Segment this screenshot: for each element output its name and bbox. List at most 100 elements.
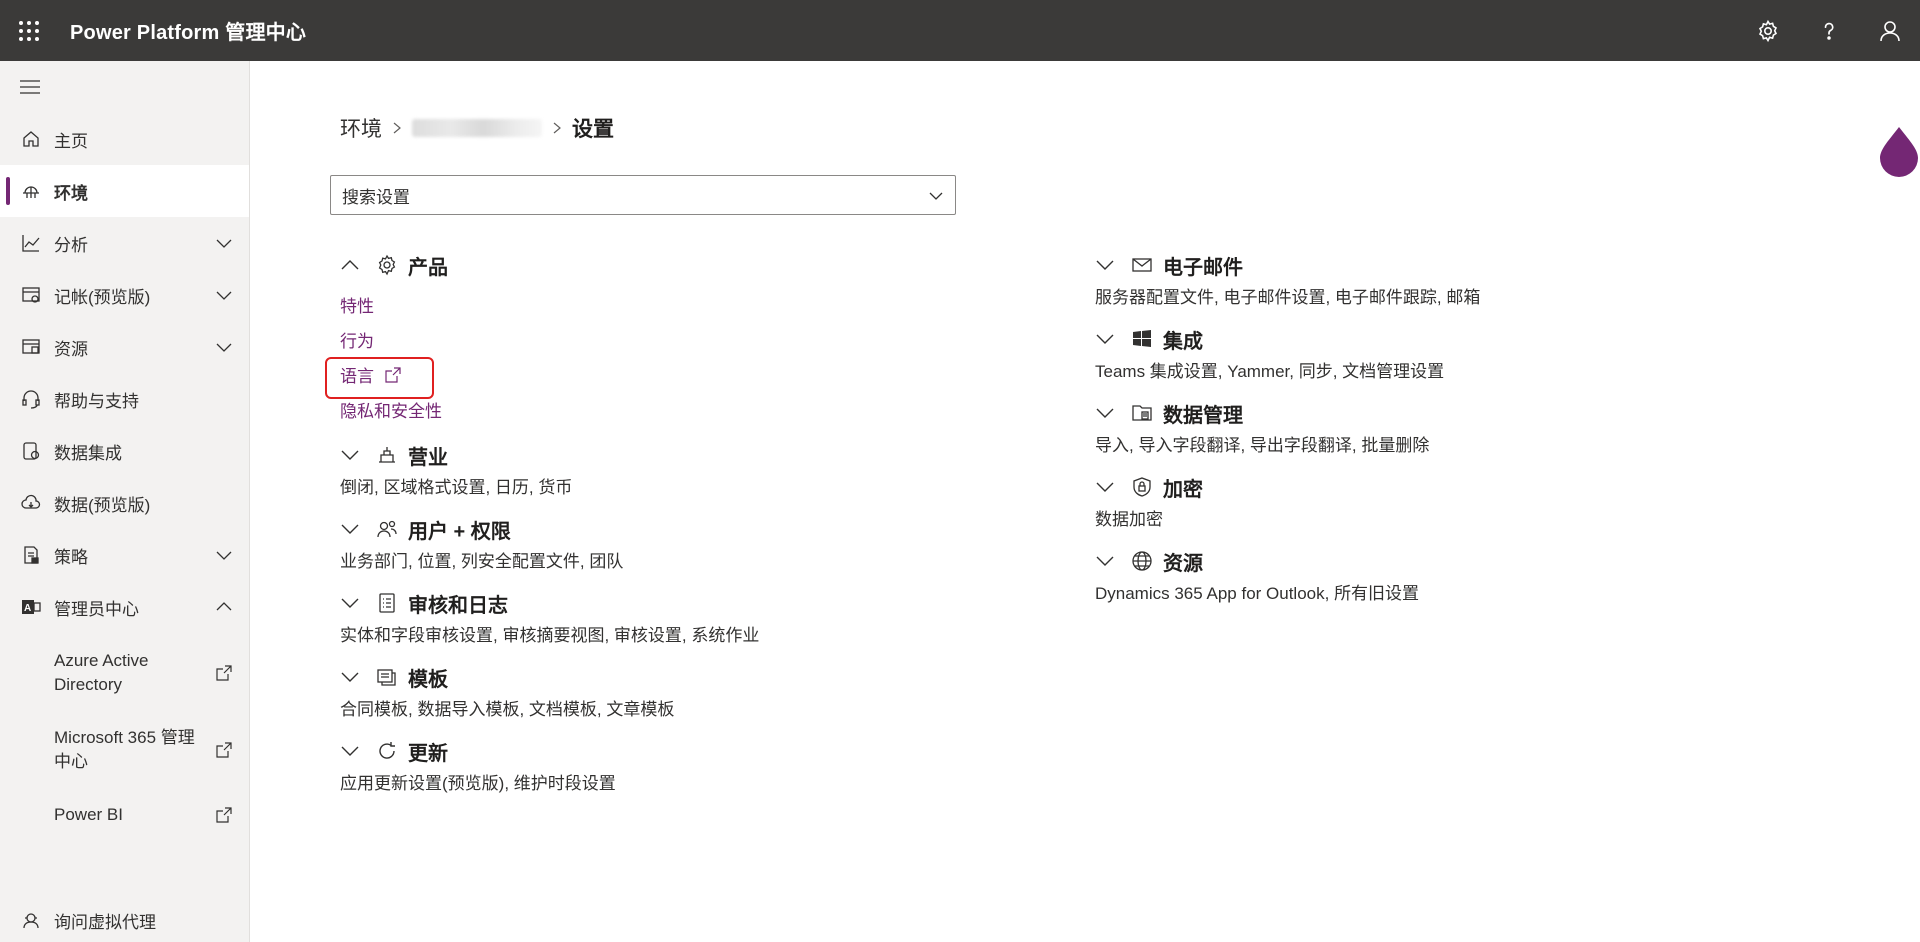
settings-right-column: 电子邮件 服务器配置文件, 电子邮件设置, 电子邮件跟踪, 邮箱 集成 Team… bbox=[1095, 249, 1480, 619]
settings-left-column: 产品 特性 行为 语言 隐私和安全性 营业 倒闭, 区域格式设置, 日历, 货币… bbox=[340, 249, 759, 809]
section-audit-logs-header[interactable]: 审核和日志 bbox=[340, 587, 759, 619]
sidebar-item-data-integration[interactable]: 数据集成 bbox=[0, 425, 249, 477]
chevron-down-icon bbox=[1096, 408, 1114, 418]
shield-lock-icon bbox=[1131, 476, 1153, 498]
section-product-header[interactable]: 产品 bbox=[340, 249, 759, 281]
environment-icon bbox=[20, 180, 42, 202]
sidebar-item-billing[interactable]: 记帐(预览版) bbox=[0, 269, 249, 321]
data-management-icon bbox=[1131, 402, 1153, 424]
sidebar-item-label: 策略 bbox=[54, 547, 88, 567]
section-description: 服务器配置文件, 电子邮件设置, 电子邮件跟踪, 邮箱 bbox=[1095, 288, 1481, 307]
virtual-agent-icon bbox=[20, 909, 42, 931]
link-features[interactable]: 特性 bbox=[340, 287, 759, 322]
sidebar-item-home[interactable]: 主页 bbox=[0, 113, 249, 165]
app-launcher-icon[interactable] bbox=[0, 0, 58, 61]
section-business-header[interactable]: 营业 bbox=[340, 439, 759, 471]
section-title: 加密 bbox=[1163, 478, 1203, 501]
headset-icon bbox=[20, 388, 42, 410]
chevron-down-icon bbox=[341, 598, 359, 608]
section-email-header[interactable]: 电子邮件 bbox=[1095, 249, 1480, 281]
section-updates-header[interactable]: 更新 bbox=[340, 735, 759, 767]
chevron-down-icon bbox=[1096, 556, 1114, 566]
refresh-icon bbox=[376, 740, 398, 762]
sidebar-item-admin-centers[interactable]: A 管理员中心 bbox=[0, 581, 249, 633]
sidebar-item-label: 分析 bbox=[54, 235, 88, 255]
external-link-icon bbox=[216, 807, 232, 823]
section-title: 更新 bbox=[408, 742, 448, 765]
user-account-icon[interactable] bbox=[1859, 0, 1920, 61]
home-icon bbox=[20, 128, 42, 150]
section-title: 审核和日志 bbox=[408, 594, 508, 617]
section-title: 数据管理 bbox=[1163, 404, 1243, 427]
section-description: Dynamics 365 App for Outlook, 所有旧设置 bbox=[1095, 584, 1420, 603]
section-title: 资源 bbox=[1163, 552, 1203, 575]
policy-icon bbox=[20, 544, 42, 566]
sidebar-item-analytics[interactable]: 分析 bbox=[0, 217, 249, 269]
sidebar-item-help-support[interactable]: 帮助与支持 bbox=[0, 373, 249, 425]
chevron-down-icon bbox=[341, 746, 359, 756]
sidebar-item-label: 记帐(预览版) bbox=[54, 287, 151, 307]
sidebar-subitem-label: Power BI bbox=[54, 805, 123, 824]
section-title: 电子邮件 bbox=[1163, 256, 1243, 279]
sidebar-subitem-azure-ad[interactable]: Azure Active Directory bbox=[0, 649, 249, 697]
audit-list-icon bbox=[376, 592, 398, 614]
chevron-down-icon bbox=[341, 524, 359, 534]
users-icon bbox=[376, 518, 398, 540]
analytics-icon bbox=[20, 232, 42, 254]
chevron-up-icon[interactable] bbox=[215, 598, 233, 616]
section-description: 实体和字段审核设置, 审核摘要视图, 审核设置, 系统作业 bbox=[340, 626, 760, 645]
section-description: 合同模板, 数据导入模板, 文档模板, 文章模板 bbox=[340, 700, 675, 719]
chevron-down-icon[interactable] bbox=[215, 286, 233, 304]
settings-gear-icon[interactable] bbox=[1737, 0, 1798, 61]
chevron-down-icon bbox=[1096, 334, 1114, 344]
copilot-drop-icon[interactable] bbox=[1878, 125, 1920, 177]
sidebar-item-virtual-agent[interactable]: 询问虚拟代理 bbox=[0, 894, 250, 942]
sidebar-item-label: 帮助与支持 bbox=[54, 391, 139, 411]
breadcrumb-environment-name-redacted[interactable] bbox=[412, 119, 542, 137]
admin-center-icon: A bbox=[20, 596, 42, 618]
sidebar-item-label: 管理员中心 bbox=[54, 599, 139, 619]
business-icon bbox=[376, 444, 398, 466]
sidebar-item-label: 环境 bbox=[54, 183, 88, 203]
section-users-permissions-header[interactable]: 用户 + 权限 bbox=[340, 513, 759, 545]
top-bar: Power Platform 管理中心 bbox=[0, 0, 1920, 61]
chevron-down-icon bbox=[341, 672, 359, 682]
cloud-data-icon bbox=[20, 492, 42, 514]
sidebar-item-label: 数据集成 bbox=[54, 443, 122, 463]
hamburger-menu-icon[interactable] bbox=[0, 61, 249, 113]
sidebar-subitem-m365-admin[interactable]: Microsoft 365 管理中心 bbox=[0, 726, 249, 774]
section-encryption-header[interactable]: 加密 bbox=[1095, 471, 1480, 503]
mail-icon bbox=[1131, 254, 1153, 276]
help-icon[interactable] bbox=[1798, 0, 1859, 61]
breadcrumb-environments-link[interactable]: 环境 bbox=[340, 113, 382, 143]
section-integration-header[interactable]: 集成 bbox=[1095, 323, 1480, 355]
templates-icon bbox=[376, 666, 398, 688]
sidebar-item-label: 询问虚拟代理 bbox=[54, 912, 156, 932]
chevron-down-icon[interactable] bbox=[215, 234, 233, 252]
sidebar-item-resources[interactable]: 资源 bbox=[0, 321, 249, 373]
sidebar-item-policies[interactable]: 策略 bbox=[0, 529, 249, 581]
resources-icon bbox=[20, 336, 42, 358]
section-description: 数据加密 bbox=[1095, 510, 1163, 529]
app-title[interactable]: Power Platform 管理中心 bbox=[70, 16, 306, 45]
section-description: 导入, 导入字段翻译, 导出字段翻译, 批量删除 bbox=[1095, 436, 1430, 455]
section-title: 用户 + 权限 bbox=[408, 520, 511, 543]
chevron-right-icon bbox=[553, 122, 561, 134]
section-templates-header[interactable]: 模板 bbox=[340, 661, 759, 693]
chevron-down-icon bbox=[1096, 260, 1114, 270]
svg-text:A: A bbox=[24, 603, 31, 614]
sidebar-item-environments[interactable]: 环境 bbox=[0, 165, 249, 217]
sidebar-item-label: 数据(预览版) bbox=[54, 495, 151, 515]
breadcrumb: 环境 设置 bbox=[340, 113, 614, 143]
billing-icon bbox=[20, 284, 42, 306]
search-settings-dropdown[interactable]: 搜索设置 bbox=[330, 175, 956, 215]
sidebar-subitem-power-bi[interactable]: Power BI bbox=[0, 803, 249, 827]
section-data-management-header[interactable]: 数据管理 bbox=[1095, 397, 1480, 429]
link-behavior[interactable]: 行为 bbox=[340, 322, 759, 357]
section-resources-header[interactable]: 资源 bbox=[1095, 545, 1480, 577]
section-description: 业务部门, 位置, 列安全配置文件, 团队 bbox=[340, 552, 624, 571]
gear-icon bbox=[376, 254, 398, 276]
sidebar-item-data-preview[interactable]: 数据(预览版) bbox=[0, 477, 249, 529]
chevron-down-icon[interactable] bbox=[215, 546, 233, 564]
chevron-down-icon[interactable] bbox=[215, 338, 233, 356]
